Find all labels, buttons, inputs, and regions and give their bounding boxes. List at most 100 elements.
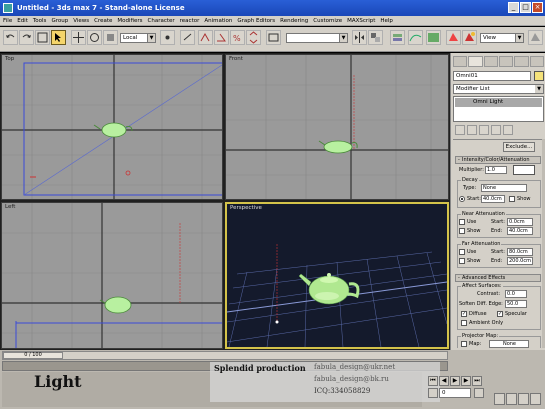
render-type-dropdown[interactable]: View ▼ xyxy=(480,33,524,43)
next-frame-icon[interactable]: ▶ xyxy=(461,376,471,386)
redo-icon[interactable] xyxy=(19,30,34,45)
decay-start-radio[interactable] xyxy=(459,196,465,202)
zoom-extents-icon[interactable] xyxy=(518,393,529,405)
current-frame-field[interactable]: 0 xyxy=(439,388,471,398)
viewport-perspective[interactable]: Perspective xyxy=(225,202,449,349)
viewport-label-perspective[interactable]: Perspective xyxy=(230,205,262,211)
rollout-advanced-effects[interactable]: Advanced Effects xyxy=(455,274,541,282)
rollout-intensity[interactable]: Intensity/Color/Attenuation xyxy=(455,156,541,164)
pan-icon[interactable] xyxy=(530,393,541,405)
curve-editor-icon[interactable] xyxy=(408,30,423,45)
time-slider[interactable]: 0 / 100 xyxy=(2,351,448,360)
light-color-swatch[interactable] xyxy=(513,165,535,175)
named-selection-dropdown[interactable]: ▼ xyxy=(286,33,348,43)
quick-render-icon[interactable] xyxy=(462,30,477,45)
menu-file[interactable]: File xyxy=(3,18,12,24)
menu-modifiers[interactable]: Modifiers xyxy=(117,18,142,24)
time-config-icon[interactable] xyxy=(474,388,484,398)
render-last-icon[interactable] xyxy=(528,30,543,45)
render-scene-icon[interactable] xyxy=(446,30,461,45)
select-rotate-icon[interactable] xyxy=(87,30,102,45)
projector-map-checkbox[interactable] xyxy=(461,341,467,347)
map-button[interactable]: None xyxy=(489,340,529,348)
modify-tab-icon[interactable] xyxy=(468,56,483,67)
mirror-icon[interactable] xyxy=(352,30,367,45)
far-end-spinner[interactable]: 200.0cm xyxy=(507,257,533,265)
far-use-checkbox[interactable] xyxy=(459,249,465,255)
configure-modifier-sets-icon[interactable] xyxy=(503,125,513,135)
near-end-spinner[interactable]: 40.0cm xyxy=(507,227,533,235)
go-to-end-icon[interactable]: ⏭ xyxy=(472,376,482,386)
menu-animation[interactable]: Animation xyxy=(204,18,232,24)
select-object-icon[interactable] xyxy=(51,30,66,45)
viewport-left[interactable]: Left xyxy=(1,202,223,349)
menu-help[interactable]: Help xyxy=(380,18,393,24)
go-to-start-icon[interactable]: ⏮ xyxy=(428,376,438,386)
zoom-all-icon[interactable] xyxy=(506,393,517,405)
menu-rendering[interactable]: Rendering xyxy=(280,18,308,24)
pivot-center-icon[interactable] xyxy=(160,30,175,45)
remove-modifier-icon[interactable] xyxy=(491,125,501,135)
select-move-icon[interactable] xyxy=(71,30,86,45)
previous-frame-icon[interactable]: ◀ xyxy=(439,376,449,386)
menu-graph-editors[interactable]: Graph Editors xyxy=(237,18,275,24)
diffuse-checkbox[interactable]: ✓ xyxy=(461,311,467,317)
viewport-top[interactable]: Top xyxy=(1,54,223,200)
contrast-spinner[interactable]: 0.0 xyxy=(505,290,527,298)
exclude-button[interactable]: Exclude... xyxy=(503,142,535,152)
zoom-icon[interactable] xyxy=(494,393,505,405)
near-start-spinner[interactable]: 0.0cm xyxy=(507,218,533,226)
coord-system-dropdown[interactable]: Local ▼ xyxy=(120,33,156,43)
key-mode-icon[interactable] xyxy=(428,388,438,398)
make-unique-icon[interactable] xyxy=(479,125,489,135)
material-editor-icon[interactable] xyxy=(426,30,441,45)
viewport-label-front[interactable]: Front xyxy=(229,56,243,62)
object-color-swatch[interactable] xyxy=(534,71,544,81)
near-show-checkbox[interactable] xyxy=(459,228,465,234)
multiplier-spinner[interactable]: 1.0 xyxy=(485,166,507,174)
menu-edit[interactable]: Edit xyxy=(17,18,28,24)
ambient-only-checkbox[interactable] xyxy=(461,320,467,326)
select-link-icon[interactable] xyxy=(180,30,195,45)
time-slider-handle[interactable]: 0 / 100 xyxy=(3,352,63,359)
object-name-field[interactable]: Omni01 xyxy=(453,71,531,81)
decay-show-checkbox[interactable] xyxy=(509,196,515,202)
modifier-stack[interactable]: Omni Light xyxy=(453,96,544,122)
stack-item-omni-light[interactable]: Omni Light xyxy=(455,98,542,107)
pin-stack-icon[interactable] xyxy=(455,125,465,135)
play-icon[interactable]: ▶ xyxy=(450,376,460,386)
menu-maxscript[interactable]: MAXScript xyxy=(347,18,375,24)
named-selection-icon[interactable] xyxy=(266,30,281,45)
menu-character[interactable]: Character xyxy=(148,18,175,24)
show-end-result-icon[interactable] xyxy=(467,125,477,135)
close-button[interactable]: × xyxy=(532,2,543,13)
utilities-tab-icon[interactable] xyxy=(529,56,544,67)
viewport-front[interactable]: Front xyxy=(225,54,449,200)
soften-spinner[interactable]: 50.0 xyxy=(505,300,527,308)
hierarchy-tab-icon[interactable] xyxy=(483,56,498,67)
viewport-label-top[interactable]: Top xyxy=(5,56,14,62)
create-tab-icon[interactable] xyxy=(453,56,468,67)
undo-icon[interactable] xyxy=(3,30,18,45)
select-region-icon[interactable] xyxy=(35,30,50,45)
display-tab-icon[interactable] xyxy=(514,56,529,67)
layer-manager-icon[interactable] xyxy=(390,30,405,45)
specular-checkbox[interactable]: ✓ xyxy=(497,311,503,317)
menu-customize[interactable]: Customize xyxy=(313,18,342,24)
menu-views[interactable]: Views xyxy=(73,18,89,24)
select-scale-icon[interactable] xyxy=(103,30,118,45)
menu-group[interactable]: Group xyxy=(51,18,68,24)
menu-create[interactable]: Create xyxy=(94,18,112,24)
near-use-checkbox[interactable] xyxy=(459,219,465,225)
percent-snap-icon[interactable]: % xyxy=(230,30,245,45)
decay-type-dropdown[interactable]: None xyxy=(481,184,527,192)
far-show-checkbox[interactable] xyxy=(459,258,465,264)
viewport-label-left[interactable]: Left xyxy=(5,204,15,210)
menu-tools[interactable]: Tools xyxy=(33,18,47,24)
angle-snap-icon[interactable] xyxy=(214,30,229,45)
spinner-snap-icon[interactable] xyxy=(246,30,261,45)
modifier-list-dropdown[interactable]: Modifier List ▼ xyxy=(453,84,544,94)
motion-tab-icon[interactable] xyxy=(498,56,514,67)
minimize-button[interactable]: _ xyxy=(508,2,519,13)
decay-start-spinner[interactable]: 40.0cm xyxy=(481,195,505,203)
